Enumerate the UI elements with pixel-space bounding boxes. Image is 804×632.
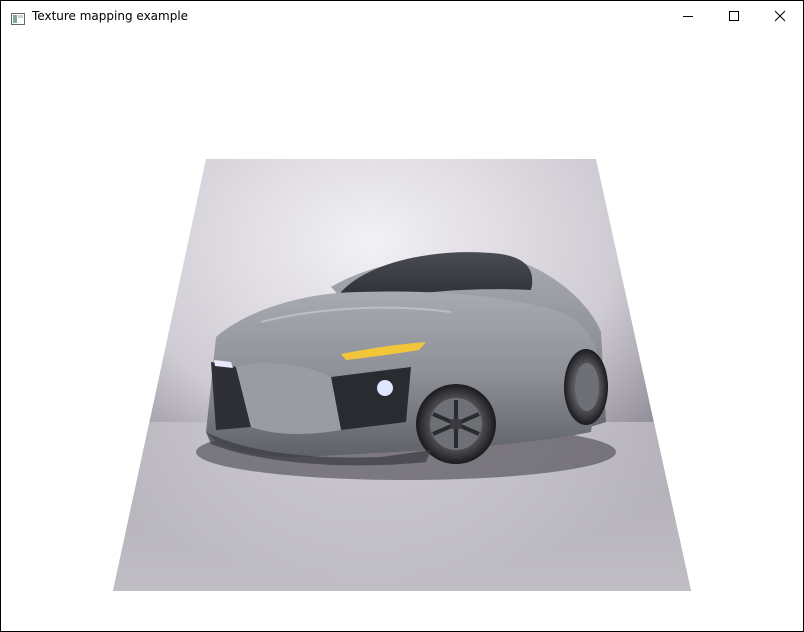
close-icon: [774, 7, 786, 26]
app-window-icon: [11, 10, 25, 25]
maximize-button[interactable]: [711, 1, 757, 32]
app-window: Texture mapping example: [0, 0, 804, 632]
close-button[interactable]: [757, 1, 803, 32]
minimize-icon: [682, 7, 694, 26]
render-canvas[interactable]: [1, 32, 803, 631]
minimize-button[interactable]: [665, 1, 711, 32]
textured-quad: [113, 159, 691, 591]
texture-scene: [113, 159, 691, 591]
window-title: Texture mapping example: [32, 9, 189, 23]
maximize-icon: [728, 7, 740, 26]
title-bar[interactable]: Texture mapping example: [1, 1, 803, 32]
